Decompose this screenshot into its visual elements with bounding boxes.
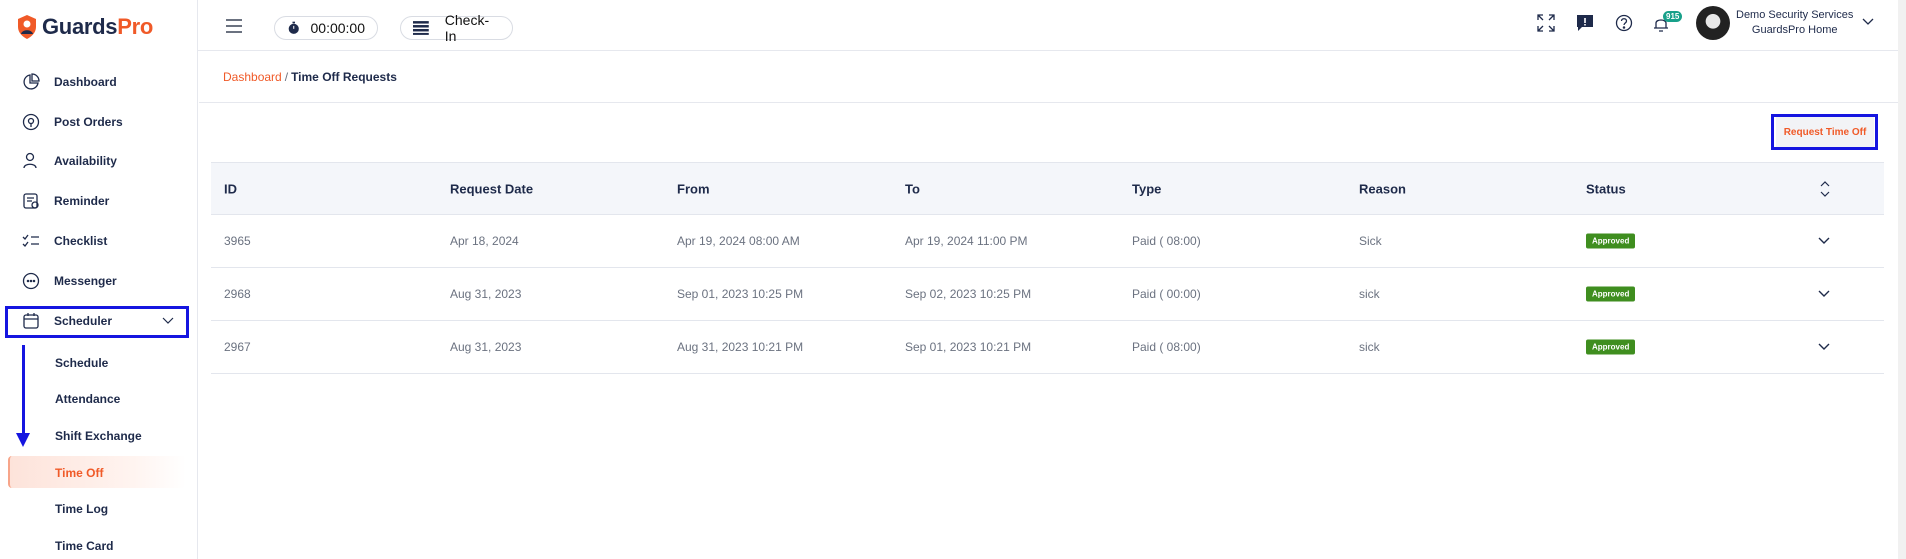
table-row[interactable]: 3965 Apr 18, 2024 Apr 19, 2024 08:00 AM … [211, 215, 1884, 268]
cell-type: Paid ( 08:00) [1132, 340, 1201, 354]
cell-id: 2968 [224, 287, 251, 301]
shield-logo-icon [18, 15, 36, 39]
breadcrumb-separator: / [284, 70, 289, 84]
sidebar-subitem-schedule[interactable]: Schedule [55, 356, 108, 370]
logo-text: GuardsPro [42, 14, 154, 39]
user-location: GuardsPro Home [1751, 24, 1838, 36]
checklist-icon [22, 234, 39, 247]
header-id[interactable]: ID [224, 181, 237, 196]
cell-to: Apr 19, 2024 11:00 PM [905, 234, 1028, 248]
timer-pill[interactable]: 00:00:00 [274, 16, 378, 40]
sidebar-subitem-time-off[interactable]: Time Off [55, 466, 103, 480]
notification-badge: 915 [1663, 11, 1683, 22]
checkin-label: Check-In [444, 12, 490, 44]
breadcrumb: Dashboard / Time Off Requests [223, 70, 397, 84]
reminder-icon [23, 193, 39, 209]
annotation-arrow [22, 345, 25, 437]
chevron-down-icon[interactable] [1818, 343, 1830, 351]
header-from[interactable]: From [677, 181, 710, 196]
annotation-arrow-head [16, 433, 30, 447]
fullscreen-icon[interactable] [1537, 14, 1555, 32]
cell-id: 2967 [224, 340, 251, 354]
dashboard-icon [23, 73, 40, 90]
cell-type: Paid ( 08:00) [1132, 234, 1201, 248]
list-icon [413, 21, 429, 35]
page-title: Time Off Requests [291, 70, 397, 84]
table-row[interactable]: 2968 Aug 31, 2023 Sep 01, 2023 10:25 PM … [211, 268, 1884, 321]
topbar: 00:00:00 Check-In 915 Demo Security Serv… [198, 0, 1906, 51]
post-orders-icon [22, 113, 40, 131]
sidebar-item-dashboard[interactable]: Dashboard [22, 70, 117, 94]
stopwatch-icon [288, 21, 299, 34]
cell-request-date: Aug 31, 2023 [450, 287, 522, 301]
user-info[interactable]: Demo Security Services GuardsPro Home [1736, 8, 1853, 38]
chevron-down-icon[interactable] [1818, 290, 1830, 298]
chevron-down-icon[interactable] [1818, 237, 1830, 245]
sidebar-item-reminder[interactable]: Reminder [22, 189, 109, 213]
header-status[interactable]: Status [1586, 181, 1626, 196]
sidebar-subitem-shift-exchange[interactable]: Shift Exchange [55, 429, 142, 443]
table-header: ID Request Date From To Type Reason Stat… [211, 162, 1884, 215]
sidebar-subitem-time-card[interactable]: Time Card [55, 539, 113, 553]
cell-from: Sep 01, 2023 10:25 PM [677, 287, 804, 301]
sidebar-item-label: Reminder [54, 194, 110, 208]
sidebar-item-label: Post Orders [54, 115, 123, 129]
sidebar-item-checklist[interactable]: Checklist [22, 229, 107, 253]
cell-from: Aug 31, 2023 10:21 PM [677, 340, 804, 354]
request-button-highlight-box [1771, 114, 1878, 150]
sidebar: GuardsPro Dashboard Post Orders Availabi… [0, 0, 198, 559]
cell-reason: Sick [1359, 234, 1382, 248]
cell-reason: sick [1359, 287, 1380, 301]
cell-from: Apr 19, 2024 08:00 AM [677, 234, 800, 248]
messenger-icon [22, 272, 40, 290]
divider [199, 102, 1906, 103]
sort-icon[interactable] [1820, 180, 1830, 197]
scheduler-highlight-box [5, 306, 189, 338]
user-company: Demo Security Services [1736, 9, 1854, 21]
avatar[interactable] [1696, 6, 1730, 40]
cell-reason: sick [1359, 340, 1380, 354]
help-icon[interactable] [1615, 14, 1633, 32]
menu-icon[interactable] [226, 19, 242, 37]
sidebar-item-messenger[interactable]: Messenger [22, 269, 117, 293]
sidebar-item-label: Availability [54, 154, 117, 168]
cell-to: Sep 02, 2023 10:25 PM [905, 287, 1032, 301]
sidebar-item-post-orders[interactable]: Post Orders [22, 110, 123, 134]
chevron-down-icon[interactable] [1862, 18, 1874, 26]
sidebar-item-label: Dashboard [54, 75, 117, 89]
logo[interactable]: GuardsPro [16, 14, 153, 40]
checkin-button[interactable]: Check-In [400, 12, 513, 44]
header-request-date[interactable]: Request Date [450, 181, 533, 196]
header-reason[interactable]: Reason [1359, 181, 1406, 196]
cell-id: 3965 [224, 234, 251, 248]
status-badge: Approved [1586, 339, 1636, 355]
status-badge: Approved [1586, 233, 1636, 249]
header-to[interactable]: To [905, 181, 920, 196]
availability-icon [23, 152, 37, 169]
cell-to: Sep 01, 2023 10:21 PM [905, 340, 1032, 354]
scrollbar[interactable] [1898, 0, 1906, 559]
sidebar-item-availability[interactable]: Availability [22, 149, 117, 173]
sidebar-subitem-attendance[interactable]: Attendance [55, 392, 120, 406]
time-off-table: ID Request Date From To Type Reason Stat… [211, 162, 1884, 374]
sidebar-item-label: Messenger [54, 274, 117, 288]
table-row[interactable]: 2967 Aug 31, 2023 Aug 31, 2023 10:21 PM … [211, 321, 1884, 374]
feedback-icon[interactable] [1576, 14, 1594, 32]
breadcrumb-dashboard-link[interactable]: Dashboard [223, 70, 282, 84]
timer-value: 00:00:00 [310, 20, 366, 36]
cell-type: Paid ( 00:00) [1132, 287, 1201, 301]
sidebar-subitem-time-log[interactable]: Time Log [55, 502, 108, 516]
header-type[interactable]: Type [1132, 181, 1161, 196]
status-badge: Approved [1586, 286, 1636, 302]
cell-request-date: Apr 18, 2024 [450, 234, 519, 248]
cell-request-date: Aug 31, 2023 [450, 340, 522, 354]
sidebar-item-label: Checklist [54, 234, 108, 248]
